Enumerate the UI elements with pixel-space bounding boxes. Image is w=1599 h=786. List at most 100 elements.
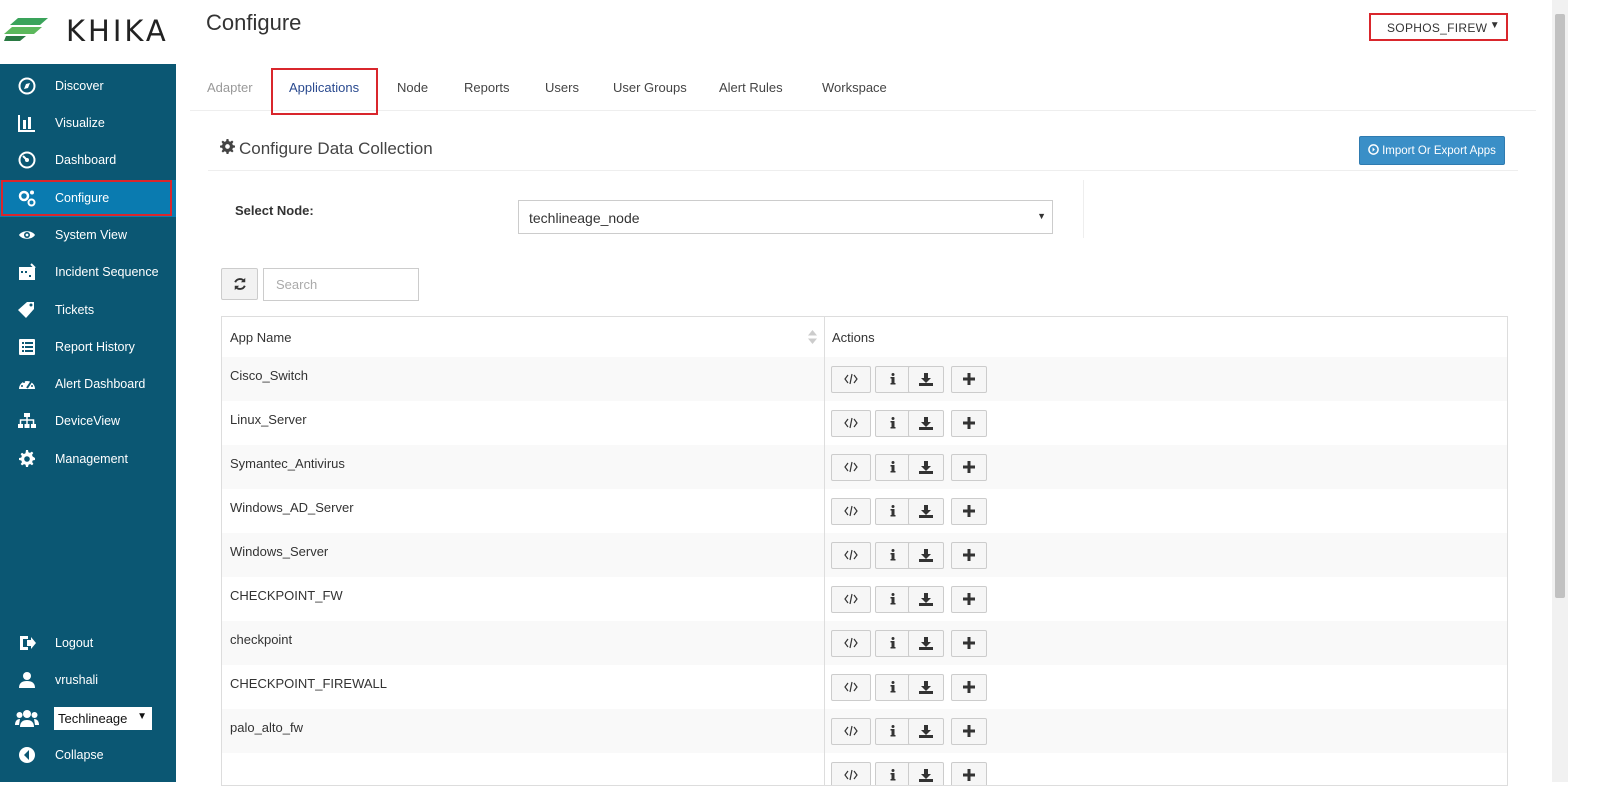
plus-button[interactable]	[951, 762, 987, 785]
code-button[interactable]	[831, 454, 871, 481]
search-input[interactable]	[263, 268, 419, 301]
plus-button[interactable]	[951, 410, 987, 437]
sidebar-item-incident-sequence[interactable]: Incident Sequence	[0, 254, 176, 291]
code-button[interactable]	[831, 718, 871, 745]
sidebar-item-management[interactable]: Management	[0, 441, 176, 478]
org-select[interactable]: Techlineage ▼	[54, 707, 152, 730]
sidebar-item-user[interactable]: vrushali	[0, 662, 176, 699]
info-button[interactable]	[875, 454, 911, 481]
caret-down-icon: ▼	[1037, 211, 1046, 221]
table-row: checkpoint	[222, 621, 1507, 665]
tab-reports[interactable]: Reports	[464, 80, 510, 95]
plus-button[interactable]	[951, 586, 987, 613]
workspace-select[interactable]: SOPHOS_FIREW ▼	[1369, 13, 1508, 41]
import-export-apps-button[interactable]: Import Or Export Apps	[1359, 136, 1505, 165]
app-name-cell: palo_alto_fw	[230, 720, 303, 735]
tab-workspace[interactable]: Workspace	[822, 80, 887, 95]
tab-adapter[interactable]: Adapter	[207, 80, 253, 95]
plus-button[interactable]	[951, 630, 987, 657]
code-button[interactable]	[831, 542, 871, 569]
sidebar-item-label: Incident Sequence	[55, 265, 159, 279]
sidebar-item-deviceview[interactable]: DeviceView	[0, 403, 176, 440]
code-button[interactable]	[831, 498, 871, 525]
sidebar-item-discover[interactable]: Discover	[0, 68, 176, 105]
dashboard-icon	[18, 151, 36, 169]
section-divider	[208, 170, 1518, 171]
sidebar-item-visualize[interactable]: Visualize	[0, 105, 176, 142]
refresh-icon	[234, 277, 246, 291]
download-icon	[919, 725, 933, 738]
table-row: Linux_Server	[222, 401, 1507, 445]
code-button[interactable]	[831, 586, 871, 613]
download-button[interactable]	[908, 498, 944, 525]
refresh-button[interactable]	[221, 268, 258, 300]
download-button[interactable]	[908, 454, 944, 481]
download-icon	[919, 769, 933, 782]
info-button[interactable]	[875, 410, 911, 437]
sitemap-icon	[18, 413, 36, 428]
plus-button[interactable]	[951, 542, 987, 569]
code-icon	[844, 461, 858, 473]
code-button[interactable]	[831, 366, 871, 393]
info-button[interactable]	[875, 718, 911, 745]
download-button[interactable]	[908, 674, 944, 701]
plus-button[interactable]	[951, 674, 987, 701]
info-icon	[890, 549, 896, 561]
plus-icon	[963, 593, 975, 605]
tab-users[interactable]: Users	[545, 80, 579, 95]
download-button[interactable]	[908, 586, 944, 613]
tab-node[interactable]: Node	[397, 80, 428, 95]
sidebar-item-report-history[interactable]: Report History	[0, 329, 176, 366]
scrollbar-thumb[interactable]	[1555, 14, 1565, 598]
code-icon	[844, 681, 858, 693]
plus-button[interactable]	[951, 366, 987, 393]
sidebar-item-logout[interactable]: Logout	[0, 625, 176, 662]
plus-button[interactable]	[951, 454, 987, 481]
info-button[interactable]	[875, 762, 911, 785]
code-button[interactable]	[831, 630, 871, 657]
sort-icon[interactable]	[808, 330, 817, 344]
code-button[interactable]	[831, 410, 871, 437]
plus-button[interactable]	[951, 718, 987, 745]
download-button[interactable]	[908, 542, 944, 569]
download-button[interactable]	[908, 762, 944, 785]
tab-bar: Adapter Applications Node Reports Users …	[190, 68, 1536, 115]
info-icon	[890, 505, 896, 517]
sidebar-item-configure[interactable]: Configure	[0, 180, 176, 217]
table-row: Windows_AD_Server	[222, 489, 1507, 533]
code-icon	[844, 549, 858, 561]
org-select-value: Techlineage	[58, 711, 128, 726]
sidebar-item-tickets[interactable]: Tickets	[0, 292, 176, 329]
info-button[interactable]	[875, 542, 911, 569]
sidebar-item-label: Alert Dashboard	[55, 377, 146, 391]
vertical-divider	[1083, 180, 1084, 238]
sidebar-item-system-view[interactable]: System View	[0, 217, 176, 254]
info-button[interactable]	[875, 674, 911, 701]
node-select[interactable]: techlineage_node ▼	[518, 200, 1053, 234]
column-header-app-name[interactable]: App Name	[230, 330, 291, 345]
tab-applications[interactable]: Applications	[289, 80, 359, 95]
plus-button[interactable]	[951, 498, 987, 525]
sidebar-item-label: Report History	[55, 340, 135, 354]
sidebar: KHIKA Discover Visualize Dashboard Configur…	[0, 0, 176, 782]
download-button[interactable]	[908, 718, 944, 745]
app-name-cell: Windows_Server	[230, 544, 329, 559]
sidebar-item-alert-dashboard[interactable]: Alert Dashboard	[0, 366, 176, 403]
download-button[interactable]	[908, 630, 944, 657]
code-button[interactable]	[831, 762, 871, 785]
sidebar-item-label: Discover	[55, 79, 104, 93]
tab-alert-rules[interactable]: Alert Rules	[719, 80, 783, 95]
app-name-cell: Cisco_Switch	[230, 368, 309, 383]
download-button[interactable]	[908, 410, 944, 437]
tab-user-groups[interactable]: User Groups	[613, 80, 687, 95]
chevron-left-circle-icon	[19, 747, 35, 763]
info-button[interactable]	[875, 630, 911, 657]
workspace-select-value: SOPHOS_FIREW	[1387, 21, 1488, 35]
collapse-button[interactable]: Collapse	[0, 737, 176, 774]
info-button[interactable]	[875, 586, 911, 613]
download-button[interactable]	[908, 366, 944, 393]
info-button[interactable]	[875, 366, 911, 393]
code-button[interactable]	[831, 674, 871, 701]
info-button[interactable]	[875, 498, 911, 525]
sidebar-item-dashboard[interactable]: Dashboard	[0, 142, 176, 179]
